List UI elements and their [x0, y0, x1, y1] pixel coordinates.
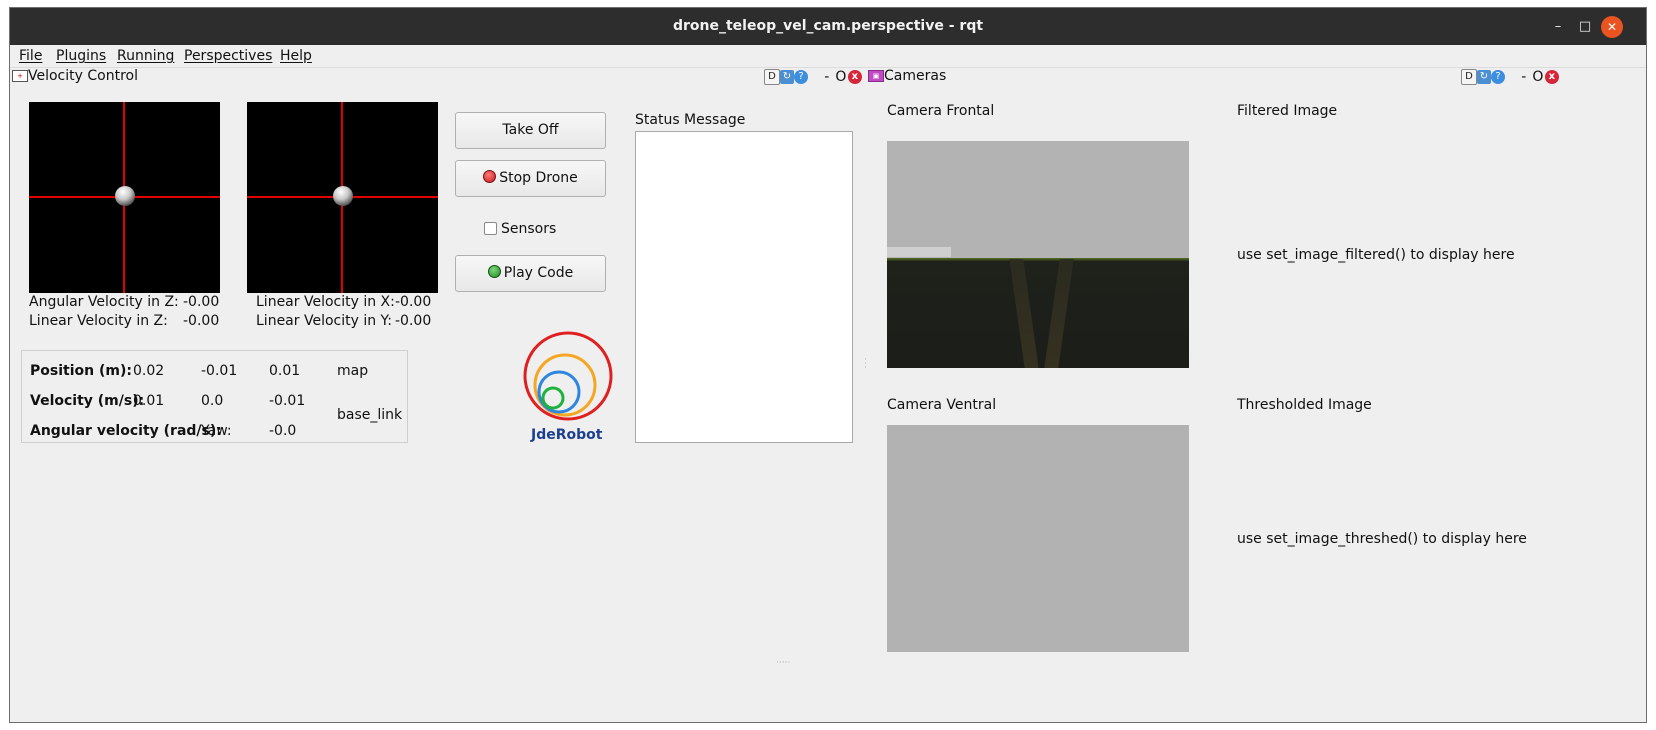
- vertical-splitter-handle[interactable]: · · ·: [864, 356, 867, 373]
- position-z-value: 0.01: [269, 363, 301, 379]
- menu-plugins[interactable]: Plugins: [56, 48, 106, 64]
- velocity-y-value: 0.0: [201, 393, 224, 409]
- play-code-button[interactable]: Play Code: [455, 255, 606, 292]
- camera-ventral-image: [887, 425, 1189, 652]
- linear-x-value: -0.00: [395, 294, 432, 310]
- cameras-dock-header[interactable]: ▣ Cameras: [868, 68, 946, 86]
- take-off-button[interactable]: Take Off: [455, 112, 606, 149]
- joystick-handle[interactable]: [333, 186, 353, 206]
- help-icon[interactable]: ?: [1491, 70, 1505, 84]
- dock-close-icon[interactable]: x: [1544, 70, 1559, 84]
- sensors-label: Sensors: [501, 221, 557, 237]
- dock-d-button[interactable]: D: [764, 69, 780, 85]
- dock-minimize-button[interactable]: -: [1517, 69, 1531, 85]
- status-message-textbox[interactable]: [635, 131, 853, 443]
- thresholded-image-label: Thresholded Image: [1237, 397, 1372, 413]
- linear-y-value: -0.00: [395, 313, 432, 329]
- minimize-button[interactable]: –: [1547, 16, 1569, 38]
- dock-minimize-button[interactable]: -: [820, 69, 834, 85]
- menu-bar: File Plugins Running Perspectives Help: [10, 45, 1646, 68]
- yaw-value: -0.0: [269, 423, 297, 439]
- dock-close-icon[interactable]: x: [847, 70, 862, 84]
- angular-velocity-label: Angular velocity (rad/s):: [30, 423, 222, 439]
- angular-z-value: -0.00: [183, 294, 220, 310]
- stop-drone-button[interactable]: Stop Drone: [455, 160, 606, 197]
- dock-float-button[interactable]: O: [1531, 69, 1545, 85]
- logo-text: JdeRobot: [531, 427, 603, 443]
- sensors-checkbox[interactable]: [484, 222, 497, 235]
- linear-z-value: -0.00: [183, 313, 220, 329]
- title-bar[interactable]: drone_teleop_vel_cam.perspective - rqt –…: [10, 8, 1646, 45]
- camera-wall: [887, 247, 951, 257]
- jderobot-logo: JdeRobot: [515, 330, 615, 445]
- joystick-icon: +: [12, 70, 28, 82]
- window-title: drone_teleop_vel_cam.perspective - rqt: [672, 18, 984, 34]
- help-icon[interactable]: ?: [794, 70, 808, 84]
- menu-running[interactable]: Running: [117, 48, 174, 64]
- linear-xy-joystick[interactable]: [247, 102, 438, 293]
- menu-help[interactable]: Help: [280, 48, 312, 64]
- filtered-image-hint: use set_image_filtered() to display here: [1237, 247, 1515, 263]
- cameras-dock-tools: D ↻? -Ox: [1461, 69, 1559, 85]
- velocity-dock-title: Velocity Control: [28, 68, 138, 84]
- position-x-value: 0.02: [133, 363, 165, 379]
- close-window-button[interactable]: ✕: [1601, 16, 1623, 38]
- angular-z-label: Angular Velocity in Z:: [29, 294, 179, 310]
- dock-float-button[interactable]: O: [834, 69, 848, 85]
- menu-file[interactable]: File: [19, 48, 42, 64]
- stop-drone-label: Stop Drone: [499, 170, 578, 186]
- angular-linear-z-joystick[interactable]: [29, 102, 220, 293]
- velocity-dock-header[interactable]: + Velocity Control: [12, 68, 138, 86]
- play-icon: [487, 265, 501, 278]
- camera-frontal-image: [887, 141, 1189, 368]
- camera-frontal-label: Camera Frontal: [887, 103, 995, 119]
- linear-z-label: Linear Velocity in Z:: [29, 313, 168, 329]
- filtered-image-label: Filtered Image: [1237, 103, 1338, 119]
- image-icon: ▣: [868, 70, 884, 82]
- linear-x-label: Linear Velocity in X:: [256, 294, 395, 310]
- joystick-handle[interactable]: [115, 186, 135, 206]
- status-message-label: Status Message: [635, 112, 746, 128]
- velocity-frame: base_link: [337, 407, 403, 423]
- yaw-label: Yaw:: [201, 423, 232, 439]
- rqt-window: drone_teleop_vel_cam.perspective - rqt –…: [9, 7, 1647, 723]
- velocity-x-value: 0.01: [133, 393, 165, 409]
- cameras-dock-title: Cameras: [884, 68, 947, 84]
- thresholded-image-hint: use set_image_threshed() to display here: [1237, 531, 1527, 547]
- linear-y-label: Linear Velocity in Y:: [256, 313, 392, 329]
- reload-icon[interactable]: ↻: [1477, 70, 1491, 84]
- velocity-label: Velocity (m/s):: [30, 393, 145, 409]
- stop-icon: [483, 170, 497, 183]
- camera-road-track: [1044, 259, 1074, 368]
- velocity-z-value: -0.01: [269, 393, 306, 409]
- position-y-value: -0.01: [201, 363, 238, 379]
- velocity-dock-tools: D ↻? -Ox: [764, 69, 862, 85]
- dock-d-button[interactable]: D: [1461, 69, 1477, 85]
- position-frame: map: [337, 363, 369, 379]
- position-label: Position (m):: [30, 363, 132, 379]
- maximize-button[interactable]: □: [1574, 16, 1596, 38]
- play-code-label: Play Code: [503, 265, 574, 281]
- menu-perspectives[interactable]: Perspectives: [184, 48, 272, 64]
- camera-road-track: [1009, 259, 1039, 368]
- horizontal-splitter-handle[interactable]: ·····: [776, 658, 790, 668]
- reload-icon[interactable]: ↻: [780, 70, 794, 84]
- camera-ventral-label: Camera Ventral: [887, 397, 997, 413]
